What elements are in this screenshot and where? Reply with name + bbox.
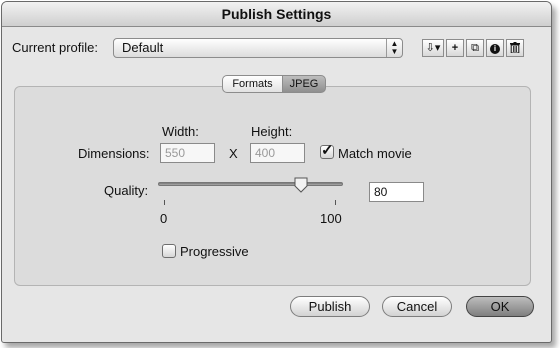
progressive-checkbox[interactable]	[162, 244, 176, 258]
quality-max-label: 100	[320, 211, 342, 226]
profile-info-button[interactable]: i	[486, 39, 504, 57]
add-icon: +	[451, 42, 459, 54]
publish-button[interactable]: Publish	[290, 296, 370, 317]
match-movie-checkbox[interactable]: ✓	[320, 142, 334, 159]
add-profile-button[interactable]: +	[446, 39, 464, 57]
current-profile-value: Default	[122, 40, 164, 55]
dimensions-label: Dimensions:	[78, 146, 150, 161]
trash-icon	[510, 42, 520, 56]
quality-tick-max	[335, 200, 336, 205]
current-profile-label: Current profile:	[12, 40, 98, 55]
width-label: Width:	[162, 124, 199, 139]
quality-slider-thumb[interactable]	[293, 177, 309, 193]
window-title: Publish Settings	[2, 2, 551, 27]
current-profile-select[interactable]: Default ▲ ▼	[113, 38, 403, 58]
publish-settings-dialog: Publish Settings Current profile: Defaul…	[1, 1, 552, 343]
match-movie-label: Match movie	[338, 146, 412, 161]
height-field[interactable]: 400	[250, 143, 305, 163]
ok-button[interactable]: OK	[466, 296, 534, 317]
info-icon: i	[490, 44, 500, 54]
import-export-icon: ⇩▾	[425, 42, 441, 54]
quality-label: Quality:	[104, 183, 149, 198]
progressive-label: Progressive	[180, 244, 249, 259]
jpeg-settings-panel	[14, 86, 531, 286]
tab-formats[interactable]: Formats	[222, 75, 283, 93]
updown-arrows-icon: ▲ ▼	[386, 39, 402, 57]
delete-profile-button[interactable]	[506, 39, 524, 57]
duplicate-icon: ⧉	[471, 42, 479, 54]
dimension-separator: X	[229, 146, 238, 161]
import-export-profile-button[interactable]: ⇩▾	[422, 39, 444, 57]
duplicate-profile-button[interactable]: ⧉	[466, 39, 484, 57]
cancel-button[interactable]: Cancel	[382, 296, 452, 317]
height-label: Height:	[251, 124, 293, 139]
quality-slider-track[interactable]	[158, 182, 343, 186]
tab-jpeg[interactable]: JPEG	[282, 75, 326, 93]
quality-field[interactable]: 80	[369, 182, 424, 202]
quality-tick-min	[164, 200, 165, 205]
quality-min-label: 0	[160, 211, 168, 226]
checkmark-icon: ✓	[321, 142, 334, 159]
width-field[interactable]: 550	[160, 143, 215, 163]
